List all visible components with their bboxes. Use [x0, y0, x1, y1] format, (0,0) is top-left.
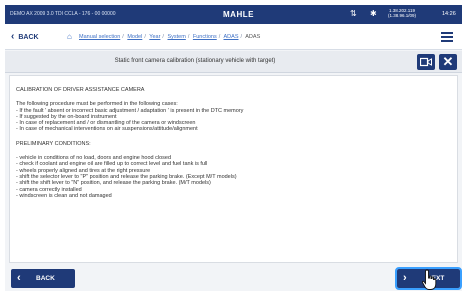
camera-button[interactable]: [417, 54, 435, 70]
status-bar: DEMO AX 2009 3.0 TDI CCLA - 176 - 00 000…: [5, 5, 462, 24]
procedure-title: Static front camera calibration (station…: [114, 58, 276, 64]
list-item: - windscreen is clean and not damaged: [16, 192, 112, 199]
ip-line-2: (1.38.96.1/09): [388, 13, 417, 18]
network-icon: ⇅: [350, 9, 357, 18]
brand-logo: MAHLE: [223, 10, 254, 19]
hand-cursor-icon: [421, 269, 437, 290]
breadcrumb-adas[interactable]: ADAS: [224, 34, 239, 40]
nav-bar: ‹ BACK ⌂ Manual selection / Model / Year / …: [5, 24, 462, 50]
hamburger-menu-icon[interactable]: [441, 32, 453, 42]
breadcrumb-current: ADAS: [245, 34, 261, 40]
breadcrumb-system[interactable]: System: [167, 34, 185, 40]
app-window: DEMO AX 2009 3.0 TDI CCLA - 176 - 00 000…: [5, 5, 462, 291]
back-link[interactable]: ‹ BACK: [11, 31, 39, 43]
chevron-right-icon: ›: [403, 272, 407, 284]
back-button[interactable]: ‹ BACK: [11, 269, 75, 288]
vehicle-info: DEMO AX 2009 3.0 TDI CCLA - 176 - 00 000…: [10, 11, 116, 17]
procedure-title-bar: Static front camera calibration (station…: [5, 51, 462, 73]
chevron-left-icon: ‹: [17, 272, 21, 284]
home-icon[interactable]: ⌂: [67, 32, 72, 41]
ip-address: 1.38.202.119 (1.38.96.1/09): [388, 8, 416, 18]
close-button[interactable]: ✕: [439, 54, 457, 70]
video-camera-icon: [420, 57, 432, 67]
breadcrumb-model[interactable]: Model: [127, 34, 142, 40]
clock: 14:26: [442, 11, 456, 17]
breadcrumb-functions[interactable]: Functions: [193, 34, 217, 40]
breadcrumb-manual-selection[interactable]: Manual selection: [79, 34, 120, 40]
back-link-label: BACK: [18, 33, 39, 41]
instructions-panel: CALIBRATION OF DRIVER ASSISTANCE CAMERA …: [9, 75, 458, 263]
close-icon: ✕: [442, 54, 454, 69]
chevron-left-icon: ‹: [11, 31, 15, 42]
bluetooth-icon: ✱: [370, 9, 377, 18]
bottom-bar: ‹ BACK › NEXT: [5, 265, 462, 291]
back-button-label: BACK: [36, 275, 55, 282]
breadcrumb: Manual selection / Model / Year / System / F…: [79, 34, 261, 40]
breadcrumb-year[interactable]: Year: [149, 34, 160, 40]
